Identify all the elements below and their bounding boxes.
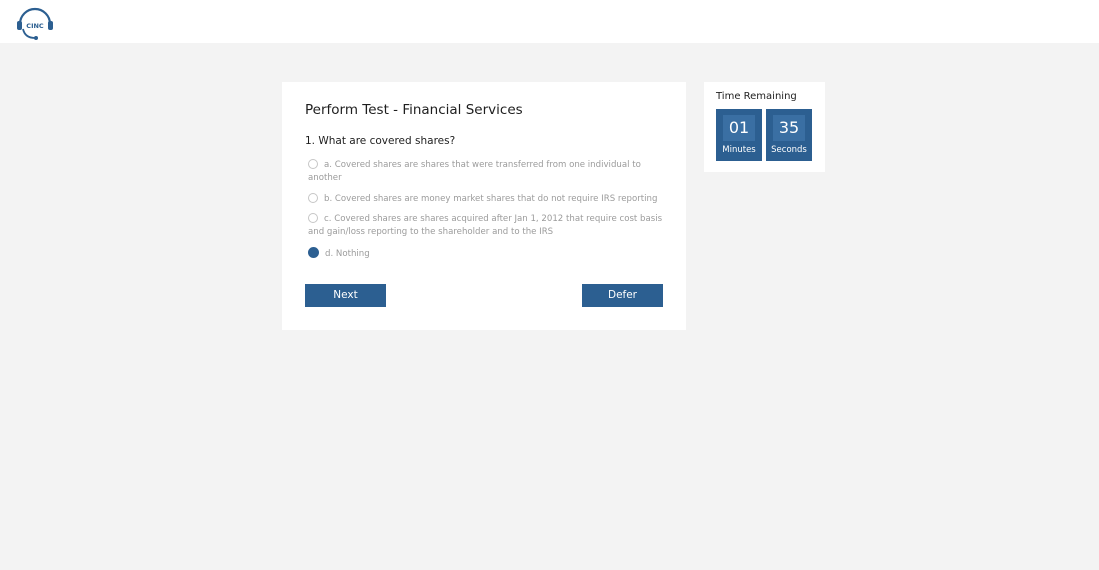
logo-text: CINC	[26, 22, 44, 30]
option-b[interactable]: b. Covered shares are money market share…	[308, 193, 668, 206]
timer-card: Time Remaining 01 Minutes 35 Seconds	[704, 82, 825, 172]
option-label: b. Covered shares are money market share…	[324, 194, 658, 204]
option-a[interactable]: a. Covered shares are shares that were t…	[308, 159, 668, 185]
option-c[interactable]: c. Covered shares are shares acquired af…	[308, 213, 668, 239]
next-button[interactable]: Next	[305, 284, 386, 307]
seconds-box: 35 Seconds	[766, 109, 812, 161]
minutes-box: 01 Minutes	[716, 109, 762, 161]
radio-button[interactable]	[308, 193, 318, 203]
minutes-label: Minutes	[722, 145, 756, 155]
headset-logo-icon: CINC	[17, 7, 53, 40]
minutes-value: 01	[723, 115, 755, 141]
test-card: Perform Test - Financial Services 1. Wha…	[282, 82, 686, 330]
radio-button[interactable]	[308, 159, 318, 169]
option-d[interactable]: d. Nothing	[308, 247, 668, 261]
defer-button[interactable]: Defer	[582, 284, 663, 307]
option-label: c. Covered shares are shares acquired af…	[308, 214, 663, 237]
top-bar: CINC	[0, 0, 1099, 43]
timer-title: Time Remaining	[716, 91, 797, 102]
seconds-value: 35	[773, 115, 805, 141]
seconds-label: Seconds	[771, 145, 807, 155]
option-label: d. Nothing	[325, 249, 370, 259]
test-title: Perform Test - Financial Services	[305, 102, 523, 118]
option-label: a. Covered shares are shares that were t…	[308, 160, 641, 183]
question-text: 1. What are covered shares?	[305, 135, 456, 147]
radio-button[interactable]	[308, 213, 318, 223]
radio-button-selected[interactable]	[308, 247, 319, 258]
cinc-logo[interactable]: CINC	[15, 3, 55, 41]
